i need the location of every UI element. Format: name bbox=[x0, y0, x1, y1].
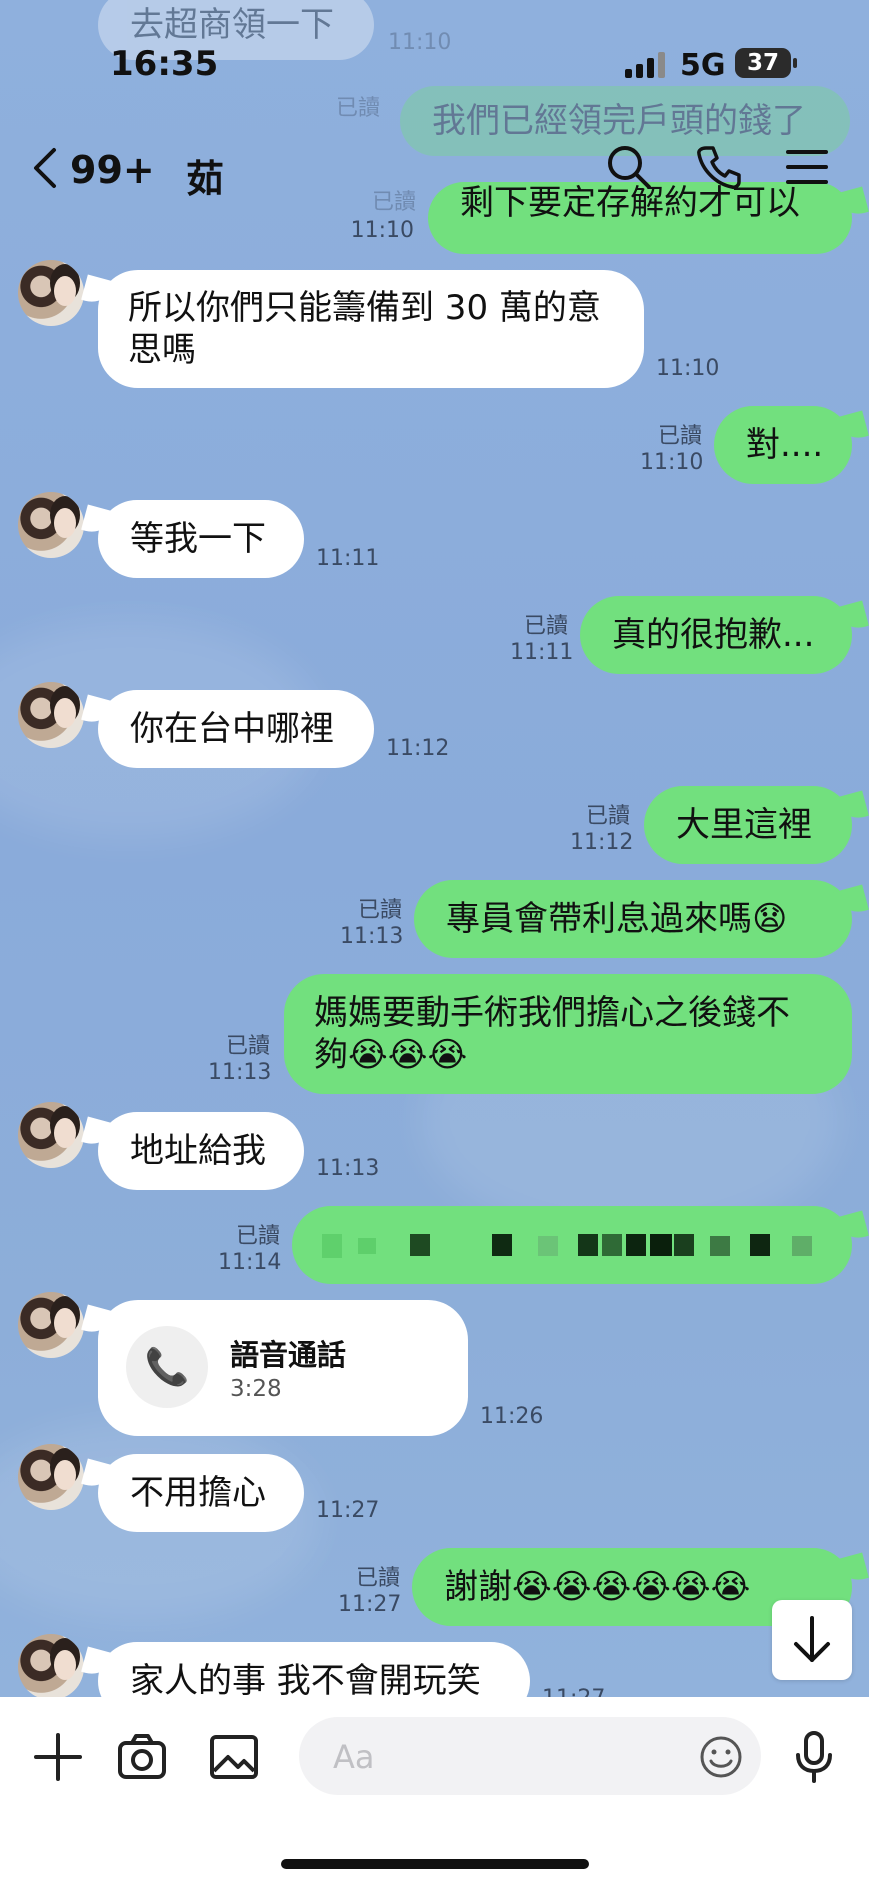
message-bubble-in[interactable]: 家人的事 我不會開玩笑 bbox=[98, 1642, 530, 1697]
call-duration: 3:28 bbox=[230, 1376, 282, 1402]
read-receipt: 已讀 bbox=[357, 898, 402, 923]
message-text: 所以你們只能籌備到 30 萬的意思嗎 bbox=[128, 288, 601, 370]
message-text: 你在台中哪裡 bbox=[130, 709, 334, 749]
message-time: 11:12 bbox=[386, 736, 450, 761]
contact-name[interactable]: 茹 bbox=[186, 148, 224, 203]
avatar[interactable] bbox=[18, 1292, 84, 1358]
mic-icon[interactable] bbox=[786, 1729, 842, 1785]
message-bubble-in[interactable]: 你在台中哪裡 bbox=[98, 690, 374, 768]
phone-icon[interactable] bbox=[694, 142, 744, 192]
image-icon[interactable] bbox=[206, 1729, 262, 1785]
message-time: 11:10 bbox=[656, 356, 720, 381]
avatar[interactable] bbox=[18, 492, 84, 558]
read-receipt: 已讀 bbox=[523, 614, 568, 639]
unread-count[interactable]: 99+ bbox=[70, 148, 155, 192]
message-input-box[interactable] bbox=[299, 1717, 761, 1795]
status-bar: 16:35 5G 37 bbox=[0, 0, 869, 120]
message-time: 11:27 bbox=[338, 1592, 402, 1617]
menu-icon[interactable] bbox=[782, 142, 832, 192]
message-text: 等我一下 bbox=[130, 519, 266, 559]
read-receipt: 已讀 bbox=[235, 1224, 280, 1249]
message-bubble-out[interactable]: 真的很抱歉... bbox=[580, 596, 852, 674]
message-time: 11:10 bbox=[350, 218, 414, 243]
chat-header: 99+ 茹 bbox=[0, 128, 869, 208]
message-time: 11:26 bbox=[480, 1404, 544, 1429]
avatar[interactable] bbox=[18, 260, 84, 326]
avatar[interactable] bbox=[18, 1634, 84, 1697]
status-time: 16:35 bbox=[110, 44, 219, 84]
network-type: 5G bbox=[680, 48, 726, 83]
message-time: 11:13 bbox=[208, 1060, 272, 1085]
message-time: 11:11 bbox=[510, 640, 574, 665]
message-text: 對.... bbox=[746, 425, 824, 465]
read-receipt: 已讀 bbox=[355, 1566, 400, 1591]
message-input-bar bbox=[0, 1697, 869, 1885]
avatar[interactable] bbox=[18, 1102, 84, 1168]
search-icon[interactable] bbox=[604, 142, 654, 192]
call-title: 語音通話 bbox=[230, 1338, 347, 1372]
scroll-down-icon bbox=[794, 1616, 830, 1662]
message-text: 謝謝😭😭😭😭😭😭 bbox=[444, 1567, 751, 1607]
chat-area[interactable]: 去超商領一下 11:10 已讀 我們已經領完戶頭的錢了 已讀 剩下要定存解約才可… bbox=[0, 0, 869, 1697]
message-text: 不用擔心 bbox=[130, 1473, 266, 1513]
read-receipt: 已讀 bbox=[225, 1034, 270, 1059]
message-text: 真的很抱歉... bbox=[612, 615, 815, 655]
message-text: 專員會帶利息過來嗎😧 bbox=[446, 899, 788, 939]
message-bubble-out-redacted[interactable] bbox=[292, 1206, 852, 1284]
voice-call-card[interactable]: 📞 語音通話 3:28 bbox=[98, 1300, 468, 1436]
scroll-down-button[interactable] bbox=[772, 1600, 852, 1680]
plus-icon[interactable] bbox=[30, 1729, 86, 1785]
message-time: 11:14 bbox=[218, 1250, 282, 1275]
message-time: 11:12 bbox=[570, 830, 634, 855]
message-time: 11:27 bbox=[316, 1498, 380, 1523]
message-bubble-out[interactable]: 專員會帶利息過來嗎😧 bbox=[414, 880, 852, 958]
message-bubble-in[interactable]: 地址給我 bbox=[98, 1112, 304, 1190]
signal-icon bbox=[625, 52, 667, 78]
message-text: 大里這裡 bbox=[676, 805, 812, 845]
message-time: 11:11 bbox=[316, 546, 380, 571]
home-indicator[interactable] bbox=[281, 1859, 589, 1869]
message-input[interactable] bbox=[331, 1735, 675, 1779]
battery-level: 37 bbox=[746, 50, 779, 76]
call-icon: 📞 bbox=[126, 1326, 208, 1408]
message-time: 11:13 bbox=[340, 924, 404, 949]
avatar[interactable] bbox=[18, 1444, 84, 1510]
message-time: 11:10 bbox=[640, 450, 704, 475]
pixelated-redaction bbox=[322, 1234, 812, 1258]
message-bubble-in[interactable]: 等我一下 bbox=[98, 500, 304, 578]
message-time: 11:13 bbox=[316, 1156, 380, 1181]
message-bubble-out[interactable]: 大里這裡 bbox=[644, 786, 852, 864]
emoji-icon[interactable] bbox=[699, 1735, 743, 1779]
message-bubble-in[interactable]: 不用擔心 bbox=[98, 1454, 304, 1532]
message-bubble-out[interactable]: 對.... bbox=[714, 406, 852, 484]
message-text: 家人的事 我不會開玩笑 bbox=[130, 1661, 481, 1697]
message-text: 媽媽要動手術我們擔心之後錢不夠😭😭😭 bbox=[314, 993, 790, 1075]
battery-icon: 37 bbox=[735, 48, 797, 78]
message-text: 地址給我 bbox=[130, 1131, 266, 1171]
message-time: 11:27 bbox=[542, 1686, 605, 1697]
back-chevron-icon[interactable] bbox=[30, 146, 60, 196]
read-receipt: 已讀 bbox=[657, 424, 702, 449]
message-bubble-out[interactable]: 媽媽要動手術我們擔心之後錢不夠😭😭😭 bbox=[284, 974, 852, 1094]
read-receipt: 已讀 bbox=[585, 804, 630, 829]
camera-icon[interactable] bbox=[114, 1729, 170, 1785]
avatar[interactable] bbox=[18, 682, 84, 748]
message-bubble-in[interactable]: 所以你們只能籌備到 30 萬的意思嗎 bbox=[98, 270, 644, 388]
